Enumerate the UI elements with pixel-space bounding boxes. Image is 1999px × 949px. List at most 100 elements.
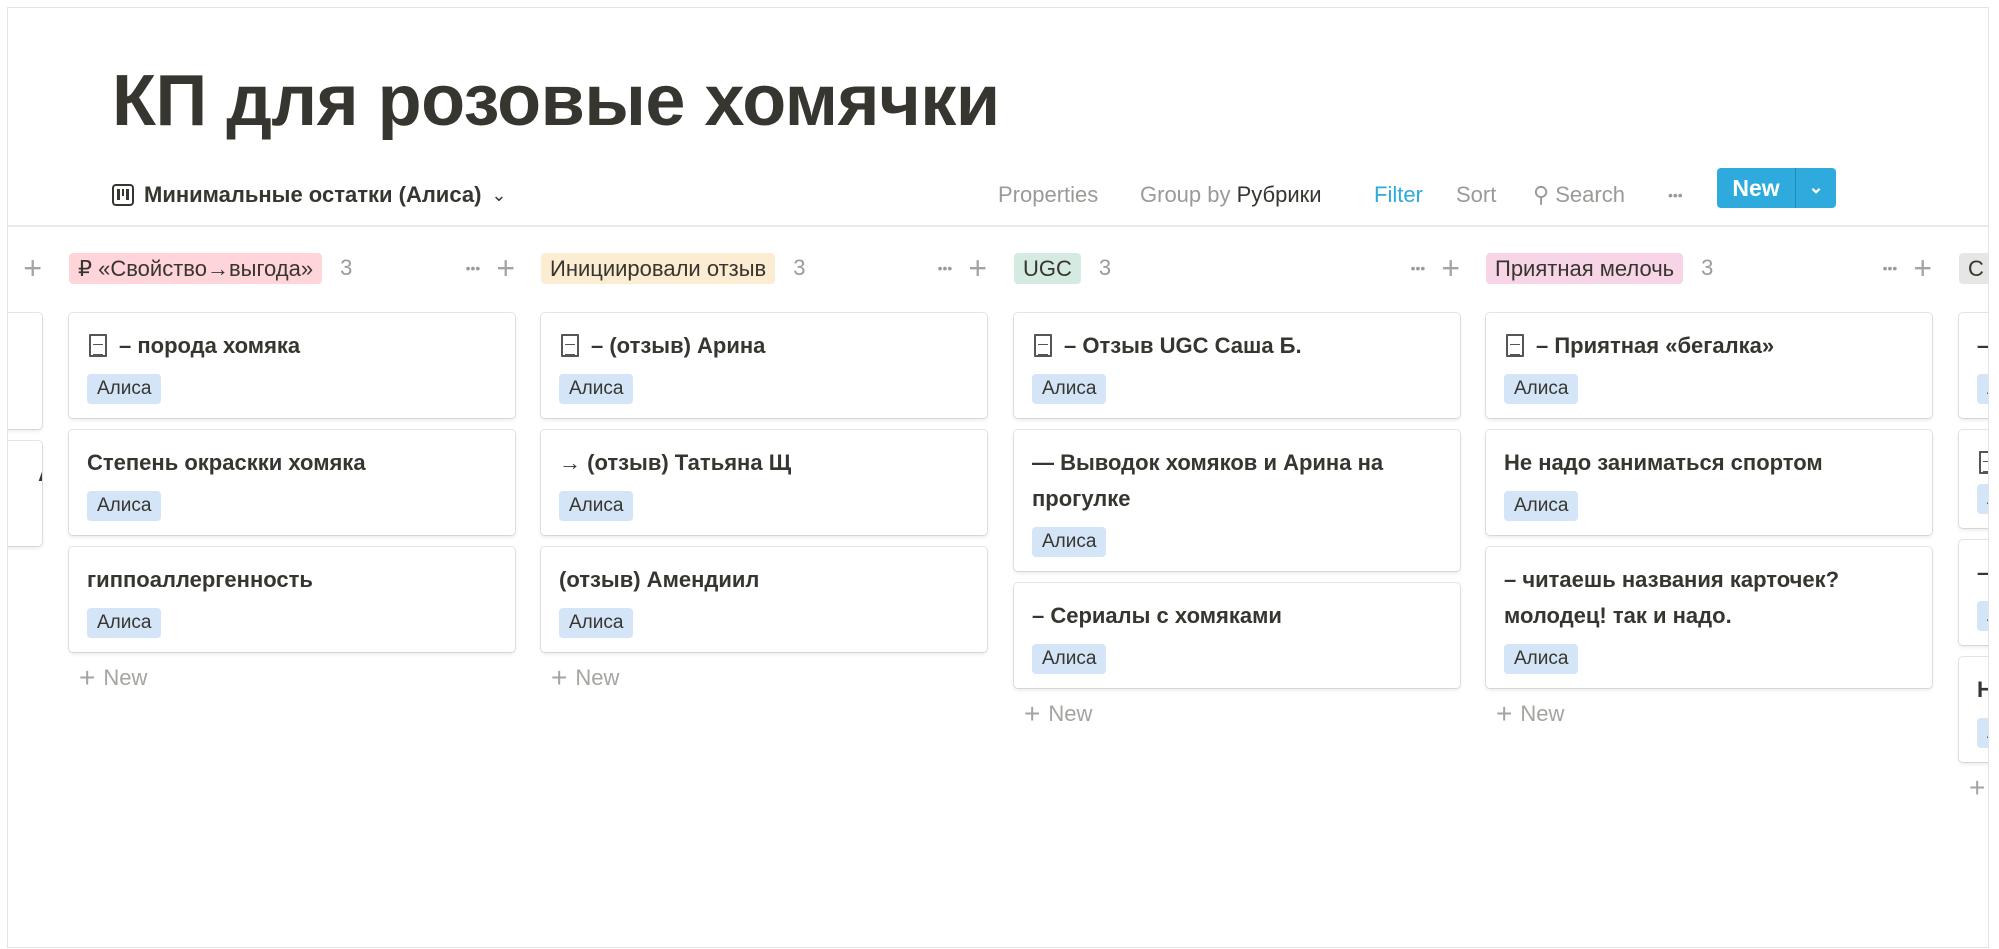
board-card[interactable]: – порода хомяка Алиса: [69, 313, 515, 418]
column-more-icon[interactable]: •••: [1411, 260, 1426, 276]
person-tag: Алиса: [1032, 527, 1107, 557]
board-card[interactable]: (отзыв) Амендиил Алиса: [541, 547, 987, 652]
divider: [8, 225, 1988, 227]
filter-button[interactable]: Filter: [1374, 178, 1423, 212]
card-title-text: А: [38, 456, 42, 492]
plus-icon: +: [1496, 698, 1513, 729]
plus-icon: +: [79, 662, 96, 693]
document-icon: [1506, 334, 1524, 357]
document-icon: [89, 334, 107, 357]
card-title: – порода хомяка: [87, 328, 497, 364]
column-header: Инициировали отзыв 3 ••• +: [541, 248, 987, 288]
card-title: — Выводок хомяков и Арина на прогулке: [1032, 445, 1442, 517]
add-new-card-button[interactable]: + New: [1486, 700, 1932, 728]
board-column: Приятная мелочь 3 ••• + – Приятная «бегалка»…: [1486, 248, 1932, 728]
card-title-text: Степень окраскки хомяка: [87, 450, 366, 475]
sort-button[interactable]: Sort: [1456, 178, 1496, 212]
card-title: Н: [1977, 672, 1988, 708]
plus-icon[interactable]: +: [1441, 252, 1460, 284]
card-title: → (отзыв) Татьяна Щ: [559, 445, 969, 481]
add-new-card-button[interactable]: + New: [69, 664, 515, 692]
board-card[interactable]: – Отзыв UGC Саша Б. Алиса: [1014, 313, 1460, 418]
group-by-button[interactable]: Group by Рубрики: [1140, 178, 1322, 212]
column-tag[interactable]: UGC: [1014, 252, 1081, 284]
board-card[interactable]: НА: [1959, 657, 1988, 762]
board-card[interactable]: А: [1959, 430, 1988, 528]
column-tag[interactable]: Приятная мелочь: [1486, 252, 1684, 284]
card-title-text: – Сериалы с хомяками: [1032, 603, 1282, 628]
card-title: Не надо заниматься спортом: [1504, 445, 1914, 481]
board-card[interactable]: – Приятная «бегалка» Алиса: [1486, 313, 1932, 418]
board-card[interactable]: гиппоаллергенность Алиса: [69, 547, 515, 652]
add-new-label: New: [575, 665, 620, 690]
column-count: 3: [1098, 255, 1112, 280]
board-card[interactable]: Степень окраскки хомяка Алиса: [69, 430, 515, 535]
person-tag: Алиса: [559, 491, 634, 521]
column-more-icon[interactable]: •••: [1883, 260, 1898, 276]
card-title: – (отзыв) Арина: [559, 328, 969, 364]
search-icon: ⚲: [1533, 182, 1550, 207]
group-by-value: Рубрики: [1236, 182, 1322, 207]
group-by-label: Group by: [1140, 182, 1231, 207]
search-button[interactable]: ⚲ Search: [1533, 178, 1625, 212]
column-tag[interactable]: ₽ «Свойство→выгода»: [69, 252, 323, 284]
person-tag: Алиса: [87, 374, 162, 404]
view-selector[interactable]: Минимальные остатки (Алиса) ⌄: [112, 178, 507, 212]
plus-icon: +: [1969, 772, 1986, 803]
add-new-card-button[interactable]: + New: [1014, 700, 1460, 728]
plus-icon[interactable]: +: [23, 252, 42, 284]
more-options-button[interactable]: •••: [1668, 178, 1683, 212]
board-card[interactable]: А: [8, 441, 42, 546]
person-tag: А: [1977, 484, 1988, 514]
plus-icon[interactable]: +: [968, 252, 987, 284]
person-tag: Алиса: [87, 608, 162, 638]
person-tag: Алиса: [559, 374, 634, 404]
document-icon: [1979, 451, 1988, 474]
card-title-text: – (отзыв) Арина: [591, 333, 766, 358]
board-card[interactable]: – (отзыв) Арина Алиса: [541, 313, 987, 418]
card-title: – Отзыв UGC Саша Б.: [1032, 328, 1442, 364]
card-title-text: – Приятная «бегалка»: [1536, 333, 1775, 358]
card-title-text: – читаешь названия карточек? молодец! та…: [1504, 567, 1840, 628]
add-new-label: New: [1520, 701, 1565, 726]
person-tag: А: [1977, 601, 1988, 631]
board-card[interactable]: –А: [1959, 313, 1988, 418]
board-card[interactable]: – читаешь названия карточек? молодец! та…: [1486, 547, 1932, 688]
column-more-icon[interactable]: •••: [938, 260, 953, 276]
board-card[interactable]: → (отзыв) Татьяна Щ Алиса: [541, 430, 987, 535]
card-title-text: → (отзыв) Татьяна Щ: [559, 450, 792, 475]
add-new-card-button[interactable]: + New: [541, 664, 987, 692]
person-tag: Алиса: [1504, 374, 1579, 404]
card-title: – читаешь названия карточек? молодец! та…: [1504, 562, 1914, 634]
column-header: С: [1959, 248, 1988, 288]
plus-icon[interactable]: +: [496, 252, 515, 284]
card-title: – Сериалы с хомяками: [1032, 598, 1442, 634]
card-title: А: [8, 456, 42, 492]
board-column: ₽ «Свойство→выгода» 3 ••• + – порода хомяка А…: [69, 248, 515, 692]
column-header: +: [8, 248, 42, 288]
board-card[interactable]: — Выводок хомяков и Арина на прогулке Али…: [1014, 430, 1460, 571]
column-tag[interactable]: Инициировали отзыв: [541, 252, 776, 284]
board-view-icon: [112, 184, 134, 206]
board-column: + А: [8, 248, 42, 558]
add-new-card-button[interactable]: +: [1959, 772, 1988, 803]
board-column: UGC 3 ••• + – Отзыв UGC Саша Б. Алиса — Выводо…: [1014, 248, 1460, 728]
board-card[interactable]: Не надо заниматься спортом Алиса: [1486, 430, 1932, 535]
card-title: Степень окраскки хомяка: [87, 445, 497, 481]
board-column: С–АА–АНА+: [1959, 248, 1988, 803]
column-tag[interactable]: С: [1959, 252, 1988, 284]
board-card[interactable]: –А: [1959, 540, 1988, 645]
card-title: [1977, 445, 1988, 474]
board-card[interactable]: – Сериалы с хомяками Алиса: [1014, 583, 1460, 688]
card-title-text: гиппоаллергенность: [87, 567, 313, 592]
card-title: – Приятная «бегалка»: [1504, 328, 1914, 364]
new-button[interactable]: New: [1717, 168, 1796, 208]
properties-button[interactable]: Properties: [998, 178, 1098, 212]
board-card[interactable]: [8, 313, 42, 429]
plus-icon[interactable]: +: [1913, 252, 1932, 284]
new-dropdown-chevron-icon[interactable]: ⌄: [1796, 168, 1836, 208]
person-tag: Алиса: [1504, 491, 1579, 521]
column-count: 3: [1701, 255, 1714, 280]
column-header: UGC 3 ••• +: [1014, 248, 1460, 288]
column-more-icon[interactable]: •••: [466, 260, 481, 276]
